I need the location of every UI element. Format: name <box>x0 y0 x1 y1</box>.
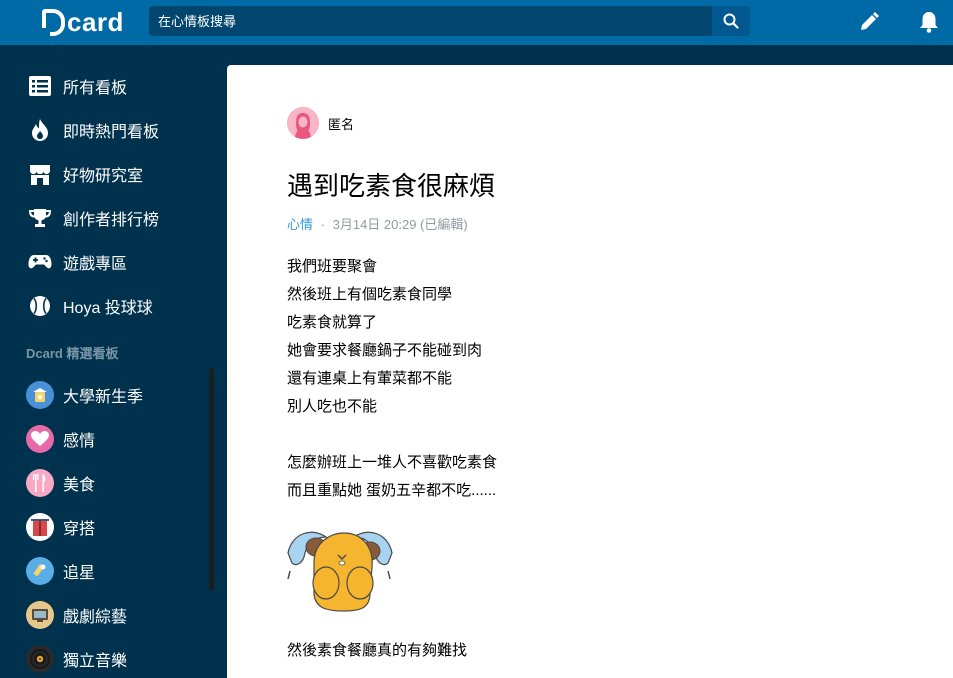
board-item-label: 獨立音樂 <box>63 653 128 670</box>
tv-icon <box>26 601 54 629</box>
search-icon <box>723 13 739 29</box>
sidebar-scrollbar[interactable] <box>209 368 214 591</box>
sidebar: 所有看板 即時熱門看板 好物研究室 創作者排行榜 遊戲專區 Hoya 投球球 D… <box>0 45 227 678</box>
pencil-icon <box>861 12 879 30</box>
freshman-icon <box>26 381 54 409</box>
board-item-label: 美食 <box>63 477 96 494</box>
sidebar-item-label: 創作者排行榜 <box>63 212 160 229</box>
search-button[interactable] <box>712 6 750 36</box>
bell-icon <box>920 12 938 33</box>
star-fan-icon <box>26 557 54 585</box>
board-item-drama[interactable]: 戲劇綜藝 <box>26 599 127 631</box>
baseball-icon <box>26 292 54 320</box>
featured-boards-heading: Dcard 精選看板 <box>26 346 119 361</box>
board-item-label: 穿搭 <box>63 521 96 538</box>
sidebar-item-label: 即時熱門看板 <box>63 124 160 141</box>
gamepad-icon <box>26 248 54 276</box>
search-input[interactable] <box>149 6 712 36</box>
trophy-icon <box>26 204 54 232</box>
avatar[interactable] <box>287 107 319 139</box>
board-item-label: 感情 <box>63 433 96 450</box>
logo-text: card <box>67 7 124 37</box>
board-item-idol[interactable]: 追星 <box>26 555 95 587</box>
post-body-line: 還有連桌上有葷菜都不能 <box>287 370 453 387</box>
sidebar-item-label: 好物研究室 <box>63 168 144 185</box>
sidebar-item-creator-ranking[interactable]: 創作者排行榜 <box>26 202 159 234</box>
sidebar-item-label: 遊戲專區 <box>63 256 128 273</box>
post-timestamp: 3月14日 20:29 (已編輯) <box>332 217 468 232</box>
sidebar-item-games[interactable]: 遊戲專區 <box>26 246 127 278</box>
sidebar-item-label: Hoya 投球球 <box>63 300 153 317</box>
post-body-line: 吃素食就算了 <box>287 314 378 331</box>
notification-button[interactable] <box>917 10 941 34</box>
cutlery-icon <box>26 469 54 497</box>
board-item-label: 大學新生季 <box>63 389 144 406</box>
vinyl-icon <box>26 645 54 673</box>
post-body-line: 怎麼辦班上一堆人不喜歡吃素食 <box>287 454 498 471</box>
sidebar-item-all-boards[interactable]: 所有看板 <box>26 70 127 102</box>
fire-icon <box>26 116 54 144</box>
search-bar <box>149 6 750 36</box>
author-name[interactable]: 匿名 <box>328 114 354 133</box>
crying-bear-sticker <box>284 523 396 613</box>
heart-icon <box>26 425 54 453</box>
top-bar: card <box>0 0 953 45</box>
board-item-freshman[interactable]: 大學新生季 <box>26 379 143 411</box>
board-item-relationship[interactable]: 感情 <box>26 423 95 455</box>
sidebar-item-hot-boards[interactable]: 即時熱門看板 <box>26 114 159 146</box>
post-body-line: 我們班要聚會 <box>287 258 378 275</box>
crying-bear-icon <box>287 531 393 612</box>
logo-d-mark <box>42 8 65 36</box>
meta-separator: · <box>320 217 325 232</box>
post-meta: 心情 · 3月14日 20:29 (已編輯) <box>287 214 468 233</box>
post-body-line: 別人吃也不能 <box>287 398 378 415</box>
post-container: 匿名 遇到吃素食很麻煩 心情 · 3月14日 20:29 (已編輯) 我們班要聚… <box>227 65 953 678</box>
list-icon <box>26 72 54 100</box>
board-item-label: 追星 <box>63 565 96 582</box>
page-title: 遇到吃素食很麻煩 <box>287 171 496 201</box>
anonymous-female-icon <box>287 107 319 139</box>
post-body-line: 她會要求餐廳鍋子不能碰到肉 <box>287 342 483 359</box>
board-item-food[interactable]: 美食 <box>26 467 95 499</box>
post-body-line: 然後素食餐廳真的有夠難找 <box>287 642 468 659</box>
sidebar-item-hoya-baseball[interactable]: Hoya 投球球 <box>26 290 153 322</box>
sidebar-item-goods-lab[interactable]: 好物研究室 <box>26 158 143 190</box>
post-body-line: 然後班上有個吃素食同學 <box>287 286 453 303</box>
board-item-label: 戲劇綜藝 <box>63 609 128 626</box>
post-body-line: 而且重點她 蛋奶五辛都不吃...... <box>287 482 497 499</box>
store-icon <box>26 160 54 188</box>
dcard-logo[interactable]: card <box>42 7 124 37</box>
forum-link[interactable]: 心情 <box>287 217 313 232</box>
sidebar-item-label: 所有看板 <box>63 80 128 97</box>
board-item-dressup[interactable]: 穿搭 <box>26 511 95 543</box>
board-item-indie-music[interactable]: 獨立音樂 <box>26 643 127 675</box>
clothes-icon <box>26 513 54 541</box>
write-post-button[interactable] <box>857 10 881 34</box>
